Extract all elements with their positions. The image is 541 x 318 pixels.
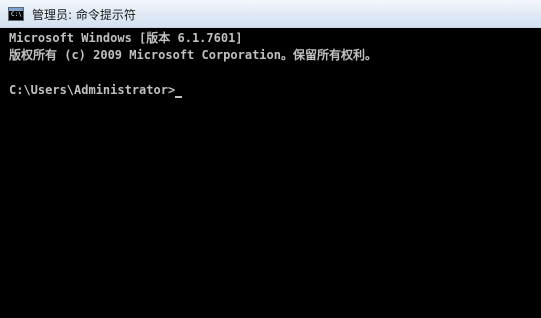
cmd-icon[interactable]: C:\ (8, 7, 24, 21)
command-line[interactable]: C:\Users\Administrator> (9, 81, 183, 98)
command-prompt-window: C:\ 管理员: 命令提示符 Microsoft Windows [版本 6.1… (0, 0, 541, 318)
window-title: 管理员: 命令提示符 (32, 8, 136, 22)
text-cursor (175, 96, 183, 98)
cmd-icon-label: C:\ (11, 11, 22, 18)
prompt-path: C:\Users\Administrator> (9, 83, 176, 97)
title-bar[interactable]: C:\ 管理员: 命令提示符 (0, 0, 541, 28)
console-output[interactable]: Microsoft Windows [版本 6.1.7601] 版权所有 (c)… (0, 28, 541, 318)
copyright-line: 版权所有 (c) 2009 Microsoft Corporation。保留所有… (9, 48, 377, 62)
version-line: Microsoft Windows [版本 6.1.7601] (9, 31, 243, 45)
